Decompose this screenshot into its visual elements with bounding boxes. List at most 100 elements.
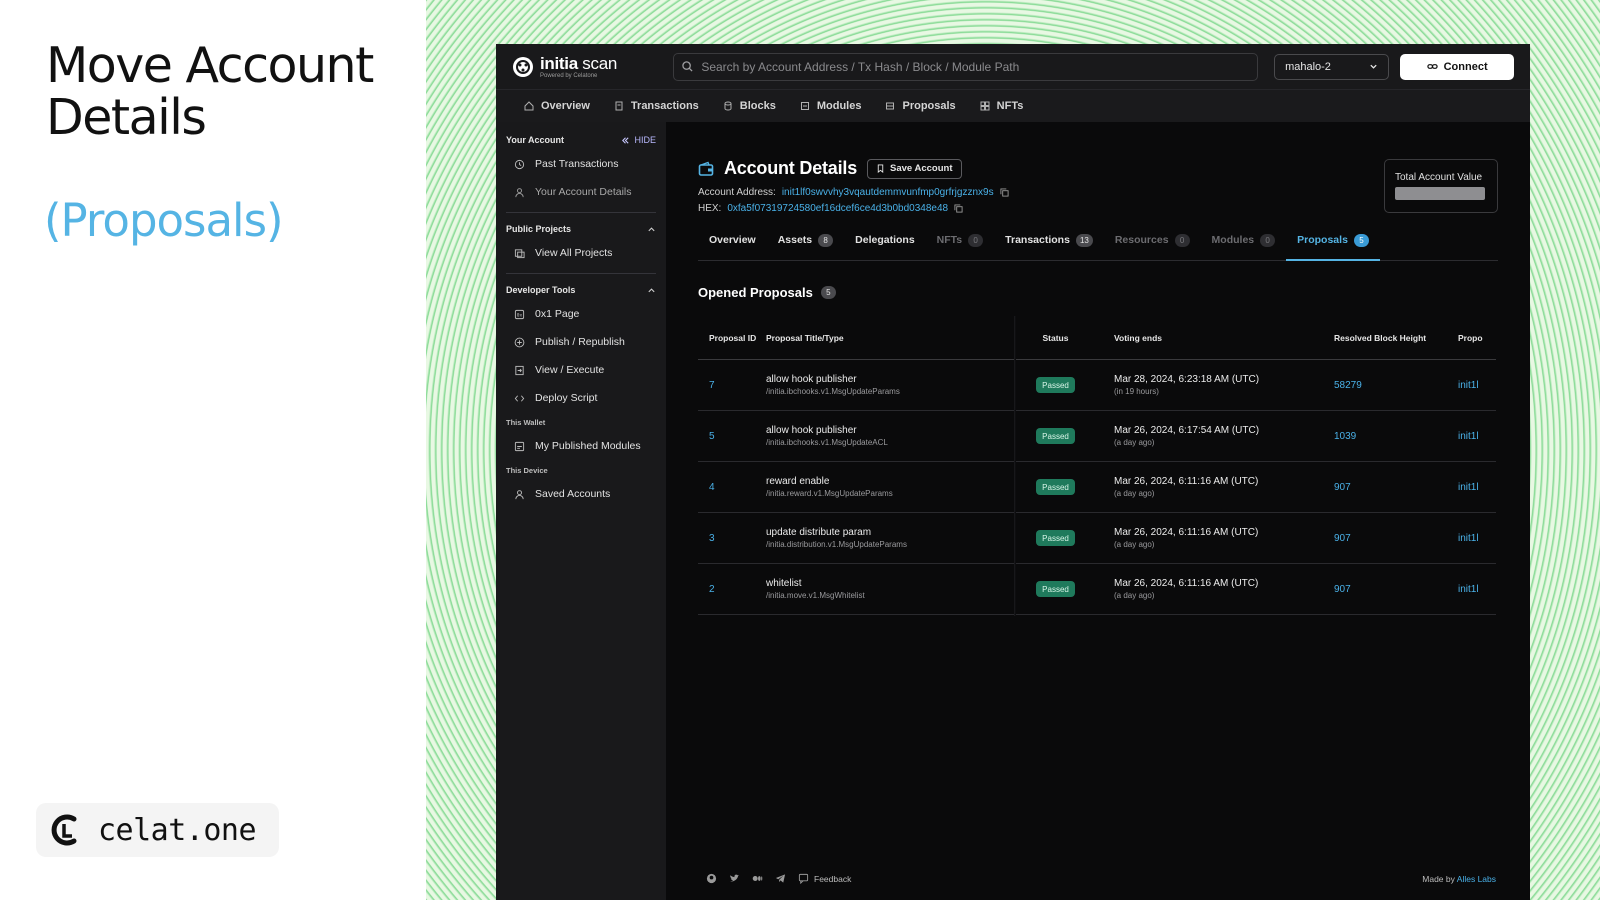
tab-delegations[interactable]: Delegations: [844, 234, 926, 261]
proposer-link[interactable]: init1l: [1458, 431, 1496, 442]
proposal-type: /initia.ibchooks.v1.MsgUpdateACL: [766, 438, 888, 447]
connect-button[interactable]: Connect: [1400, 53, 1514, 80]
account-hex-value[interactable]: 0xfa5f07319724580ef16dcef6ce4d3b0bd0348e…: [727, 203, 948, 214]
twitter-icon[interactable]: [729, 873, 740, 884]
resolved-block-link[interactable]: 1039: [1334, 431, 1458, 442]
made-by-label: Made by: [1422, 873, 1455, 884]
tab-label: Transactions: [1005, 234, 1070, 246]
save-account-label: Save Account: [890, 163, 953, 174]
tab-overview[interactable]: Overview: [698, 234, 767, 261]
proposer-link[interactable]: init1l: [1458, 584, 1496, 595]
nav-blocks[interactable]: Blocks: [723, 100, 776, 112]
voting-ends: Mar 26, 2024, 6:11:16 AM (UTC): [1114, 578, 1259, 589]
table-row[interactable]: 2 whitelist/initia.move.v1.MsgWhitelist …: [698, 564, 1496, 615]
grid-icon: [980, 101, 990, 111]
voting-relative: (a day ago): [1114, 591, 1155, 600]
telegram-icon[interactable]: [775, 873, 786, 884]
voting-relative: (a day ago): [1114, 540, 1155, 549]
table-row[interactable]: 5 allow hook publisher/initia.ibchooks.v…: [698, 411, 1496, 462]
sidebar-item-label: My Published Modules: [535, 440, 641, 452]
tab-proposals[interactable]: Proposals 5: [1286, 234, 1380, 261]
tab-label: Assets: [777, 234, 813, 246]
table-row[interactable]: 3 update distribute param/initia.distrib…: [698, 513, 1496, 564]
hide-sidebar-button[interactable]: HIDE: [621, 135, 656, 145]
proposal-title: reward enable: [766, 476, 830, 487]
voting-relative: (a day ago): [1114, 438, 1155, 447]
tab-nfts[interactable]: NFTs 0: [926, 234, 994, 261]
total-account-value-card: Total Account Value: [1384, 159, 1498, 213]
tab-resources[interactable]: Resources 0: [1104, 234, 1201, 261]
sidebar-item-your-account-details[interactable]: Your Account Details: [506, 178, 656, 206]
proposal-type: /initia.ibchooks.v1.MsgUpdateParams: [766, 387, 900, 396]
proposal-title: whitelist: [766, 578, 802, 589]
tab-modules[interactable]: Modules 0: [1201, 234, 1287, 261]
sidebar-section-public-projects[interactable]: Public Projects: [506, 221, 656, 237]
github-icon[interactable]: [706, 873, 717, 884]
table-row[interactable]: 7 allow hook publisher/initia.ibchooks.v…: [698, 360, 1496, 411]
column-shadow: [1014, 316, 1016, 616]
sidebar: Your Account HIDE Past Transactions Your…: [496, 122, 666, 900]
sidebar-item-past-transactions[interactable]: Past Transactions: [506, 150, 656, 178]
sidebar-item-label: Publish / Republish: [535, 336, 625, 348]
document-icon: [615, 101, 623, 111]
sidebar-item-view-all-projects[interactable]: View All Projects: [506, 239, 656, 267]
sidebar-item-0x1-page[interactable]: 0x 0x1 Page: [506, 300, 656, 328]
proposal-id[interactable]: 3: [698, 533, 766, 544]
inbox-icon: [886, 102, 895, 110]
resolved-block-link[interactable]: 907: [1334, 533, 1458, 544]
sidebar-item-view-execute[interactable]: View / Execute: [506, 356, 656, 384]
proposer-link[interactable]: init1l: [1458, 380, 1496, 391]
table-row[interactable]: 4 reward enable/initia.reward.v1.MsgUpda…: [698, 462, 1496, 513]
account-address-value[interactable]: init1lf0swvvhy3vqautdemmvunfmp0grfrjgzzn…: [782, 187, 994, 198]
proposal-type: /initia.move.v1.MsgWhitelist: [766, 591, 865, 600]
header-status: Status: [1042, 332, 1069, 343]
sidebar-item-label: Deploy Script: [535, 392, 598, 404]
medium-icon[interactable]: [752, 873, 763, 884]
proposal-id[interactable]: 4: [698, 482, 766, 493]
nav-proposals[interactable]: Proposals: [885, 100, 956, 112]
sidebar-item-saved-accounts[interactable]: Saved Accounts: [506, 480, 656, 508]
sidebar-item-label: View All Projects: [535, 247, 613, 259]
proposal-id[interactable]: 7: [698, 380, 766, 391]
network-select[interactable]: mahalo-2: [1274, 53, 1390, 80]
tab-transactions[interactable]: Transactions 13: [994, 234, 1104, 261]
nav-modules-label: Modules: [816, 100, 862, 112]
slide-title: Move Account Details: [46, 40, 374, 144]
search-box[interactable]: [673, 52, 1259, 81]
nav-transactions[interactable]: Transactions: [614, 100, 699, 112]
tab-assets[interactable]: Assets 8: [767, 234, 844, 261]
network-value: mahalo-2: [1285, 60, 1331, 73]
proposer-link[interactable]: init1l: [1458, 482, 1496, 493]
nav-overview[interactable]: Overview: [524, 100, 590, 112]
copy-icon[interactable]: [1000, 188, 1009, 197]
proposal-type: /initia.distribution.v1.MsgUpdateParams: [766, 540, 907, 549]
link-icon: [1426, 64, 1438, 69]
proposal-id[interactable]: 5: [698, 431, 766, 442]
sidebar-item-publish[interactable]: Publish / Republish: [506, 328, 656, 356]
copy-icon[interactable]: [954, 204, 963, 213]
svg-text:0x: 0x: [517, 312, 523, 318]
proposal-title: update distribute param: [766, 527, 872, 538]
proposal-title: allow hook publisher: [766, 374, 857, 385]
proposal-id[interactable]: 2: [698, 584, 766, 595]
status-badge: Passed: [1036, 479, 1075, 495]
status-badge: Passed: [1036, 581, 1075, 597]
save-account-button[interactable]: Save Account: [867, 158, 962, 179]
header-proposal-id: Proposal ID: [709, 332, 757, 343]
sidebar-section-developer-tools[interactable]: Developer Tools: [506, 282, 656, 298]
resolved-block-link[interactable]: 907: [1334, 482, 1458, 493]
alles-labs-link[interactable]: Alles Labs: [1457, 874, 1496, 884]
resolved-block-link[interactable]: 907: [1334, 584, 1458, 595]
plus-circle-icon: [514, 337, 525, 347]
sidebar-heading-this-wallet: This Wallet: [506, 418, 546, 427]
nav-nfts[interactable]: NFTs: [980, 100, 1023, 112]
slide-subtitle: (Proposals): [44, 194, 284, 247]
search-input[interactable]: [701, 59, 1242, 74]
proposer-link[interactable]: init1l: [1458, 533, 1496, 544]
sidebar-item-deploy-script[interactable]: Deploy Script: [506, 384, 656, 412]
nav-modules[interactable]: Modules: [800, 100, 862, 112]
initia-scan-logo[interactable]: initia scan Powered by Celatone: [512, 55, 649, 79]
feedback-link[interactable]: Feedback: [798, 873, 851, 884]
sidebar-item-my-published-modules[interactable]: My Published Modules: [506, 432, 656, 460]
resolved-block-link[interactable]: 58279: [1334, 380, 1458, 391]
